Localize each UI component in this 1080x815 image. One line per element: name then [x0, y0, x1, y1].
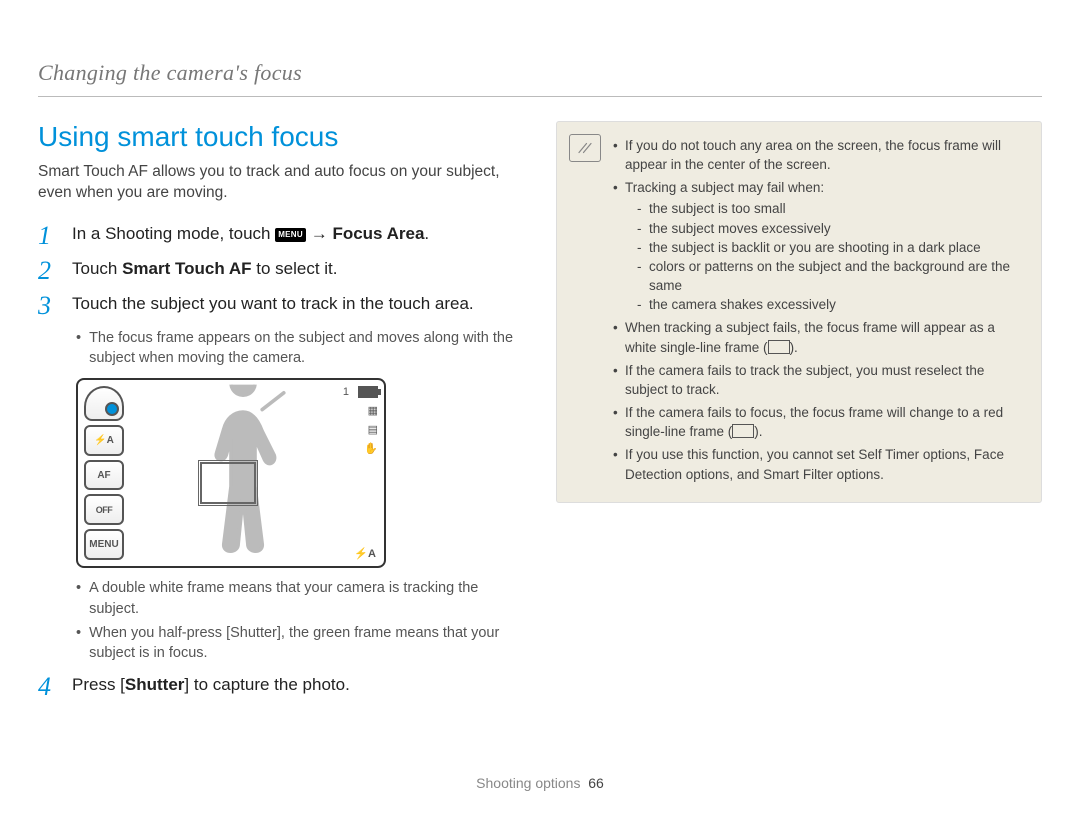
section-rule [38, 96, 1042, 97]
note-5-pre: If the camera fails to focus, the focus … [625, 405, 1003, 439]
note-item-3: When tracking a subject fails, the focus… [613, 318, 1025, 356]
lcd-menu-button: MENU [84, 529, 124, 560]
red-frame-icon [732, 424, 754, 438]
camera-lcd-illustration: ⚡A AF OFF MENU 1 ▦ ▤ ✋ ⚡A [76, 378, 386, 568]
step-3-body: Touch the subject you want to track in t… [72, 292, 474, 319]
battery-icon [358, 386, 378, 398]
note-item-2d: colors or patterns on the subject and th… [637, 257, 1025, 295]
note-5-post: ). [754, 424, 762, 439]
step-2-bold: Smart Touch AF [122, 259, 251, 278]
note-item-2-text: Tracking a subject may fail when: [625, 180, 824, 195]
bullet-c-pre: When you half-press [ [89, 625, 230, 641]
note-item-5: If the camera fails to focus, the focus … [613, 403, 1025, 441]
step-4: 4 Press [Shutter] to capture the photo. [38, 673, 524, 700]
note-3-pre: When tracking a subject fails, the focus… [625, 320, 995, 354]
step-4-pre: Press [ [72, 675, 125, 694]
page-heading: Using smart touch focus [38, 121, 524, 153]
step-1-end: . [424, 224, 429, 243]
menu-icon: MENU [275, 228, 306, 242]
step-4-post: ] to capture the photo. [184, 675, 349, 694]
note-item-2b: the subject moves excessively [637, 219, 1025, 238]
step-2-body: Touch Smart Touch AF to select it. [72, 257, 338, 284]
footer-label: Shooting options [476, 775, 580, 791]
lcd-bottom-right-label: ⚡A [354, 547, 376, 560]
lcd-status-icon-1: ▦ [368, 404, 378, 417]
lcd-count: 1 [343, 386, 349, 398]
note-icon [569, 134, 601, 162]
section-title: Changing the camera's focus [38, 60, 1042, 86]
intro-text: Smart Touch AF allows you to track and a… [38, 161, 524, 204]
step-1-bold: Focus Area [332, 224, 424, 243]
note-item-2: Tracking a subject may fail when: the su… [613, 178, 1025, 314]
page-footer: Shooting options 66 [0, 775, 1080, 791]
step-3-bullet-a-text: The focus frame appears on the subject a… [89, 328, 524, 369]
step-3: 3 Touch the subject you want to track in… [38, 292, 524, 319]
step-2-number: 2 [38, 257, 60, 284]
lcd-count-battery: 1 [343, 386, 378, 398]
step-2-pre: Touch [72, 259, 122, 278]
after-lcd-bullet-c-text: When you half-press [Shutter], the green… [89, 623, 524, 664]
step-2: 2 Touch Smart Touch AF to select it. [38, 257, 524, 284]
lcd-status-icon-2: ▤ [368, 423, 378, 436]
lcd-off-button: OFF [84, 494, 124, 525]
after-lcd-bullet-b: A double white frame means that your cam… [76, 578, 524, 619]
step-1: 1 In a Shooting mode, touch MENU → Focus… [38, 222, 524, 249]
step-4-number: 4 [38, 673, 60, 700]
step-1-post: → [311, 224, 333, 243]
step-3-bullet-a: The focus frame appears on the subject a… [76, 328, 524, 369]
lcd-af-button: AF [84, 460, 124, 491]
step-4-bold: Shutter [125, 675, 185, 694]
after-lcd-bullet-c: When you half-press [Shutter], the green… [76, 623, 524, 664]
step-1-body: In a Shooting mode, touch MENU → Focus A… [72, 222, 429, 249]
step-4-body: Press [Shutter] to capture the photo. [72, 673, 350, 700]
note-item-2a: the subject is too small [637, 199, 1025, 218]
step-1-number: 1 [38, 222, 60, 249]
note-box: If you do not touch any area on the scre… [556, 121, 1042, 503]
focus-frame-icon [198, 460, 258, 506]
white-frame-icon [768, 340, 790, 354]
bullet-c-bold: Shutter [230, 625, 277, 641]
note-item-2c: the subject is backlit or you are shooti… [637, 238, 1025, 257]
step-1-pre: In a Shooting mode, touch [72, 224, 275, 243]
note-item-4: If the camera fails to track the subject… [613, 361, 1025, 399]
note-item-2e: the camera shakes excessively [637, 295, 1025, 314]
step-3-number: 3 [38, 292, 60, 319]
lcd-status-icon-3: ✋ [364, 442, 378, 455]
step-2-post: to select it. [256, 259, 337, 278]
note-item-6: If you use this function, you cannot set… [613, 445, 1025, 483]
note-item-1: If you do not touch any area on the scre… [613, 136, 1025, 174]
note-3-post: ). [790, 340, 798, 355]
footer-page-number: 66 [588, 775, 604, 791]
lcd-flash-button: ⚡A [84, 425, 124, 456]
lcd-mode-button [84, 386, 124, 420]
after-lcd-bullet-b-text: A double white frame means that your cam… [89, 578, 524, 619]
